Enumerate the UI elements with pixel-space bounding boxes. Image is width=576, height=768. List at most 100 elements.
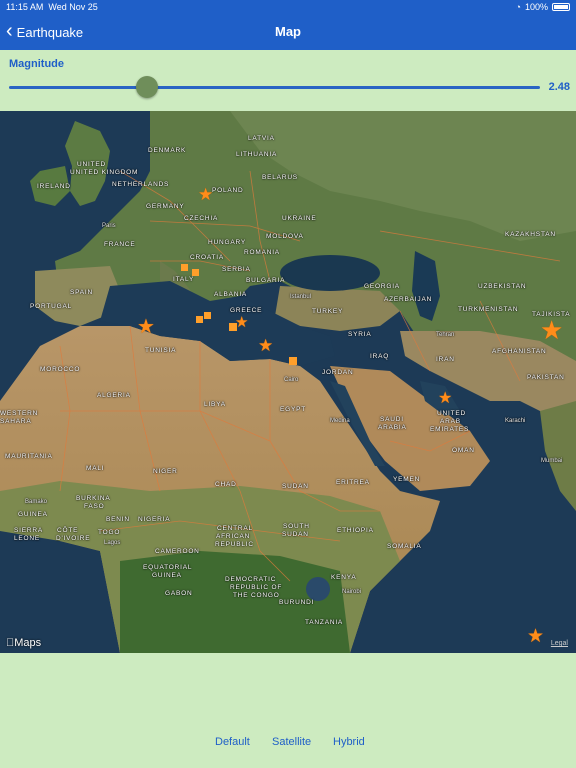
- map-label-united-kingdom: UNITED KINGDOM: [70, 169, 139, 176]
- map-label-jordan: JORDAN: [322, 369, 354, 376]
- map-label-guinea: GUINEA: [18, 511, 48, 518]
- map-label-yemen: YEMEN: [393, 476, 421, 483]
- map-label-france: FRANCE: [104, 241, 136, 248]
- map-label-algeria: ALGERIA: [97, 392, 131, 399]
- magnitude-slider-thumb[interactable]: [136, 76, 159, 98]
- status-bar: 11:15 AM Wed Nov 25 ◔ 100%: [0, 0, 576, 14]
- map-label-republic2: REPUBLIC OF: [230, 584, 283, 591]
- map-label-belarus: BELARUS: [262, 174, 298, 181]
- magnitude-label: Magnitude: [9, 58, 64, 70]
- map-label-chad: CHAD: [215, 481, 237, 488]
- map-label-sudan2: SUDAN: [282, 531, 309, 538]
- map-label-georgia: GEORGIA: [364, 283, 400, 290]
- legal-link[interactable]: Legal: [551, 640, 568, 647]
- earthquake-square-marker[interactable]: [204, 312, 211, 319]
- map-label-togo: TOGO: [98, 529, 121, 536]
- status-date: Wed Nov 25: [48, 2, 98, 12]
- map-label-niger: NIGER: [153, 468, 178, 475]
- map-label-nairobi: Nairobi: [342, 589, 362, 595]
- map-label-bulgaria: BULGARIA: [246, 277, 286, 284]
- map-label-morocco: MOROCCO: [40, 366, 81, 373]
- map-label-moldova: MOLDOVA: [266, 233, 304, 240]
- map-label-pakistan: PAKISTAN: [527, 374, 565, 381]
- map-label-cairo: Cairo: [284, 377, 299, 383]
- map-label-germany: GERMANY: [146, 203, 185, 210]
- map-label-lagos: Lagos: [104, 540, 121, 546]
- map-label-the-congo: THE CONGO: [233, 592, 280, 599]
- map-label-leone: LEONE: [14, 535, 41, 542]
- map-label-ukraine: UKRAINE: [282, 215, 317, 222]
- magnitude-panel: Magnitude 2.48: [0, 50, 576, 111]
- map-label-tehran: Tehran: [436, 332, 455, 338]
- map-label-egypt: EGYPT: [280, 406, 307, 413]
- attribution-text: Maps: [6, 637, 41, 649]
- map-type-satellite[interactable]: Satellite: [272, 736, 311, 748]
- map-type-default[interactable]: Default: [215, 736, 250, 748]
- earthquake-square-marker[interactable]: [196, 316, 203, 323]
- nav-title: Map: [275, 24, 301, 39]
- map-label-hungary: HUNGARY: [208, 239, 246, 246]
- status-time: 11:15 AM: [6, 2, 44, 12]
- back-button[interactable]: ‹ Earthquake: [6, 14, 83, 50]
- map-label-mauritania: MAURITANIA: [5, 453, 53, 460]
- map-label-equatorial: EQUATORIAL: [143, 564, 193, 571]
- map-label-united: UNITED: [77, 161, 106, 168]
- earthquake-square-marker[interactable]: [181, 264, 188, 271]
- map-label-guinea2: GUINEA: [152, 572, 182, 579]
- magnitude-value: 2.48: [548, 81, 570, 93]
- map-label-uzbekistan: UZBEKISTAN: [478, 283, 527, 290]
- magnitude-slider-track[interactable]: [9, 86, 540, 89]
- map-label-western: WESTERN: [0, 410, 39, 417]
- map-label-czechia: CZECHIA: [184, 215, 219, 222]
- map-label-iraq: IRAQ: [370, 353, 390, 360]
- map-label-turkey: TURKEY: [312, 308, 344, 315]
- map-label-central: CENTRAL: [217, 525, 253, 532]
- map-label-azerbaijan: AZERBAIJAN: [384, 296, 433, 303]
- map-label-tanzania: TANZANIA: [305, 619, 344, 626]
- map-label-paris: Paris: [102, 223, 116, 229]
- map-label-sahara: SAHARA: [0, 418, 32, 425]
- earthquake-star-marker[interactable]: ★: [235, 315, 248, 330]
- map-label-democratic: DEMOCRATIC: [225, 576, 277, 583]
- map-label-uae-2: ARAB: [440, 418, 461, 425]
- earthquake-star-marker[interactable]: ★: [137, 317, 155, 337]
- map-label-burundi: BURUNDI: [279, 599, 315, 606]
- status-right: ◔ 100%: [516, 2, 570, 12]
- map-label-tunisia: TUNISIA: [145, 347, 177, 354]
- earthquake-star-marker[interactable]: ★: [198, 186, 213, 203]
- map-label-poland: POLAND: [212, 187, 244, 194]
- earthquake-square-marker[interactable]: [289, 357, 297, 365]
- map-label-nigeria: NIGERIA: [138, 516, 171, 523]
- earthquake-star-marker[interactable]: ★: [527, 627, 544, 646]
- map-label-uae-3: EMIRATES: [430, 426, 470, 433]
- map-label-gabon: GABON: [165, 590, 193, 597]
- status-time-date: 11:15 AM Wed Nov 25: [6, 2, 98, 12]
- map-label-kazakhstan: KAZAKHSTAN: [505, 231, 556, 238]
- map-label-bamako: Bamako: [25, 499, 48, 505]
- map-label-netherlands: NETHERLANDS: [112, 181, 170, 188]
- map-label-benin: BENIN: [106, 516, 130, 523]
- map-label-istanbul: Istanbul: [290, 294, 312, 300]
- map-label-faso: FASO: [84, 503, 105, 510]
- map-label-medina: Medina: [330, 418, 350, 424]
- earthquake-square-marker[interactable]: [192, 269, 199, 276]
- bottom-panel: Default Satellite Hybrid: [0, 653, 576, 768]
- map-label-libya: LIBYA: [204, 401, 226, 408]
- map-label-spain: SPAIN: [70, 289, 94, 296]
- map-view[interactable]: LATVIA LITHUANIA DENMARK BELARUS UNITED …: [0, 111, 576, 653]
- map-label-uae-1: UNITED: [437, 410, 466, 417]
- map-label-african: AFRICAN: [216, 533, 251, 540]
- map-label-mumbai: Mumbai: [541, 458, 563, 464]
- map-label-lithuania: LITHUANIA: [236, 151, 278, 158]
- map-label-karachi: Karachi: [505, 418, 526, 424]
- map-label-burkina: BURKINA: [76, 495, 111, 502]
- battery-percent: 100%: [524, 2, 548, 12]
- map-type-hybrid[interactable]: Hybrid: [333, 736, 365, 748]
- earthquake-star-marker[interactable]: ★: [258, 337, 273, 354]
- apple-maps-attribution: Maps: [6, 637, 41, 649]
- map-label-romania: ROMANIA: [244, 249, 280, 256]
- map-label-iran: IRAN: [436, 356, 455, 363]
- earthquake-star-marker[interactable]: ★: [540, 317, 563, 343]
- map-label-portugal: PORTUGAL: [30, 303, 73, 310]
- earthquake-star-marker[interactable]: ★: [438, 391, 452, 407]
